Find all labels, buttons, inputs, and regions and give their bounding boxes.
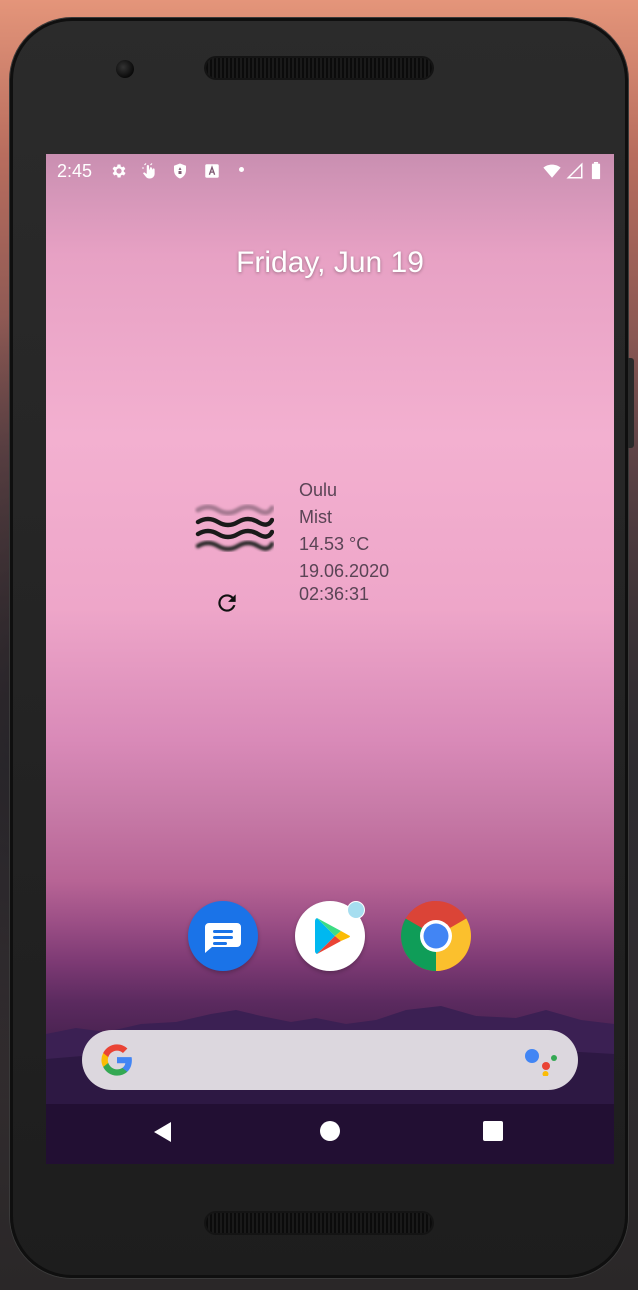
- refresh-icon[interactable]: [214, 590, 240, 616]
- phone-side-button: [628, 358, 634, 448]
- weather-date: 19.06.2020: [299, 561, 390, 581]
- a-icon: [205, 164, 219, 178]
- signal-icon: [566, 162, 583, 179]
- messages-app[interactable]: [188, 901, 258, 971]
- status-time: 2:45: [57, 161, 93, 181]
- home-screen: 2:45 Friday, Jun 19 Oulu Mist 14.53 °C 1…: [46, 154, 614, 1164]
- messages-icon: [205, 923, 241, 953]
- status-bar: 2:45: [46, 154, 614, 188]
- wifi-icon: [543, 164, 561, 178]
- weather-temperature: 14.53 °C: [299, 534, 370, 554]
- chrome-app[interactable]: [401, 901, 471, 971]
- touch-icon: [142, 163, 155, 179]
- notification-dot: [239, 167, 244, 172]
- play-store-app[interactable]: [295, 901, 365, 971]
- battery-icon: [591, 162, 601, 180]
- play-store-badge: [347, 901, 365, 919]
- shield-icon: [174, 163, 186, 179]
- bottom-speaker: [206, 1213, 432, 1233]
- top-speaker: [206, 58, 432, 78]
- weather-time: 02:36:31: [299, 584, 370, 604]
- weather-city: Oulu: [299, 480, 338, 500]
- phone-frame: 2:45 Friday, Jun 19 Oulu Mist 14.53 °C 1…: [10, 18, 634, 1278]
- mist-icon[interactable]: [194, 500, 274, 556]
- google-g-icon: [101, 1044, 132, 1076]
- navigation-bar: [46, 1104, 614, 1164]
- google-search-bar[interactable]: [82, 1030, 578, 1090]
- settings-icon: [112, 164, 126, 178]
- home-date[interactable]: Friday, Jun 19: [46, 246, 614, 280]
- chrome-icon: [401, 901, 471, 971]
- home-icon[interactable]: [320, 1121, 340, 1141]
- recents-icon[interactable]: [483, 1121, 503, 1141]
- google-assistant-icon[interactable]: [524, 1046, 558, 1076]
- back-icon[interactable]: [152, 1120, 176, 1144]
- weather-condition: Mist: [299, 507, 332, 527]
- front-camera: [116, 60, 134, 78]
